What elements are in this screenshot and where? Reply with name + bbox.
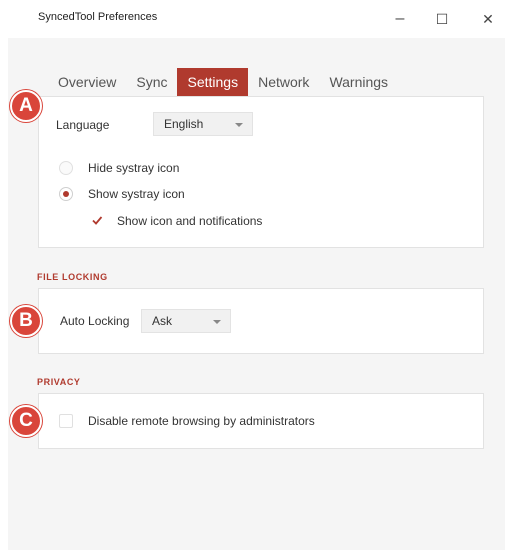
chevron-down-icon (235, 123, 243, 127)
language-select[interactable]: English (153, 112, 253, 136)
checkmark-icon (92, 216, 103, 225)
tab-bar: Overview Sync Settings Network Warnings (48, 68, 398, 96)
language-value: English (164, 117, 204, 131)
show-notifications-label: Show icon and notifications (117, 214, 263, 228)
auto-locking-value: Ask (152, 314, 173, 328)
marker-b: B (10, 305, 42, 337)
title-bar: SyncedTool Preferences – ☐ ✕ (0, 0, 505, 38)
show-systray-label: Show systray icon (88, 187, 185, 201)
tab-sync[interactable]: Sync (126, 68, 177, 96)
window-title: SyncedTool Preferences (38, 11, 158, 23)
privacy-heading: PRIVACY (37, 377, 81, 387)
tab-overview[interactable]: Overview (48, 68, 126, 96)
minimize-button[interactable]: – (384, 6, 416, 32)
show-systray-radio[interactable] (59, 187, 73, 201)
marker-c: C (10, 405, 42, 437)
tab-settings[interactable]: Settings (177, 68, 249, 96)
tab-network[interactable]: Network (248, 68, 319, 96)
language-label: Language (56, 118, 110, 132)
chevron-down-icon (213, 320, 221, 324)
marker-a: A (10, 90, 42, 122)
show-notifications-checkbox[interactable] (90, 213, 104, 227)
auto-locking-select[interactable]: Ask (141, 309, 231, 333)
maximize-button[interactable]: ☐ (426, 6, 458, 32)
disable-remote-browsing-label: Disable remote browsing by administrator… (88, 414, 315, 428)
close-button[interactable]: ✕ (472, 6, 504, 32)
disable-remote-browsing-checkbox[interactable] (59, 414, 73, 428)
tab-warnings[interactable]: Warnings (319, 68, 398, 96)
hide-systray-radio[interactable] (59, 161, 73, 175)
auto-locking-label: Auto Locking (60, 314, 130, 328)
file-locking-heading: FILE LOCKING (37, 272, 108, 282)
hide-systray-label: Hide systray icon (88, 161, 180, 175)
